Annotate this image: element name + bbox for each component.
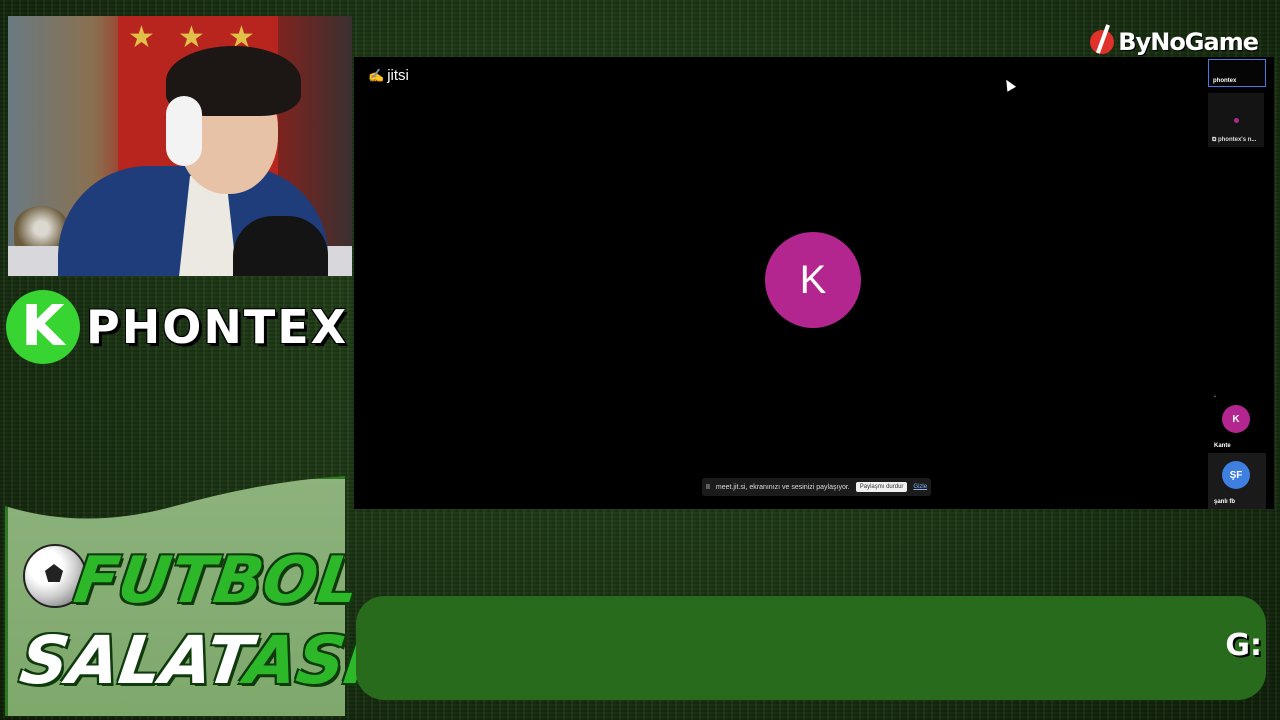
headphones <box>166 96 202 166</box>
show-title-line2-main: SALAT <box>15 622 252 699</box>
show-logo: FUTBOL SALATASI <box>5 476 375 716</box>
participant-avatar: K <box>1222 405 1250 433</box>
news-ticker: G: <box>356 596 1266 700</box>
show-title-line2-accent: ASI <box>240 622 375 699</box>
dominant-speaker-avatar: K <box>765 232 861 328</box>
bynogame-icon <box>1090 30 1115 54</box>
screen-share-label: ⧉ phontex's n... <box>1212 137 1257 143</box>
jitsi-meeting-window[interactable]: ✍ jitsi K II meet.jit.si, ekranınızı ve … <box>354 57 1274 509</box>
show-title-line1: FUTBOL <box>69 544 364 618</box>
sponsor-logo: ByNoGame <box>1090 28 1259 56</box>
participant-tile[interactable]: K Kante <box>1208 397 1266 453</box>
self-view-label: phontex <box>1213 78 1237 84</box>
kick-badge-icon: K <box>6 290 80 364</box>
filmstrip: phontex ⧉ phontex's n... ✧ K Kante ŞF şa… <box>1208 57 1266 509</box>
screen-share-notification: II meet.jit.si, ekranınızı ve sesinizi p… <box>702 478 932 496</box>
jitsi-mark-icon: ✍ <box>368 67 385 83</box>
star-icon: ★ <box>128 21 155 54</box>
share-notice-text: meet.jit.si, ekranınızı ve sesinizi payl… <box>715 483 850 491</box>
avatar-dot <box>1234 118 1239 123</box>
badge-letter: K <box>21 294 65 359</box>
screen-share-thumbnail[interactable]: ⧉ phontex's n... <box>1208 93 1264 147</box>
webcam-feed: ★ ★ ★ <box>8 16 352 276</box>
hide-notification-link[interactable]: Gizle <box>913 484 927 490</box>
mouse-cursor-icon <box>1001 77 1017 92</box>
stop-sharing-button[interactable]: Paylaşmı durdur <box>855 482 908 492</box>
participant-name: şanlı fb <box>1214 499 1236 505</box>
streamer-name: PHONTEX <box>86 300 349 354</box>
sponsor-name: ByNoGame <box>1118 28 1259 56</box>
self-view-thumbnail[interactable]: phontex <box>1208 59 1266 87</box>
show-title-line2: SALATASI <box>16 622 375 699</box>
microphone <box>233 216 328 276</box>
participant-avatar: ŞF <box>1222 461 1250 489</box>
avatar-initial: K <box>799 257 827 302</box>
pause-icon: II <box>706 483 710 491</box>
ticker-text: G: <box>1225 628 1262 663</box>
jitsi-logo[interactable]: ✍ jitsi <box>368 67 409 84</box>
streamer-logo: K PHONTEX <box>6 290 348 364</box>
participant-name: Kante <box>1214 443 1231 449</box>
participant-tile[interactable]: ŞF şanlı fb <box>1208 453 1266 509</box>
jitsi-logo-text: jitsi <box>387 67 409 84</box>
